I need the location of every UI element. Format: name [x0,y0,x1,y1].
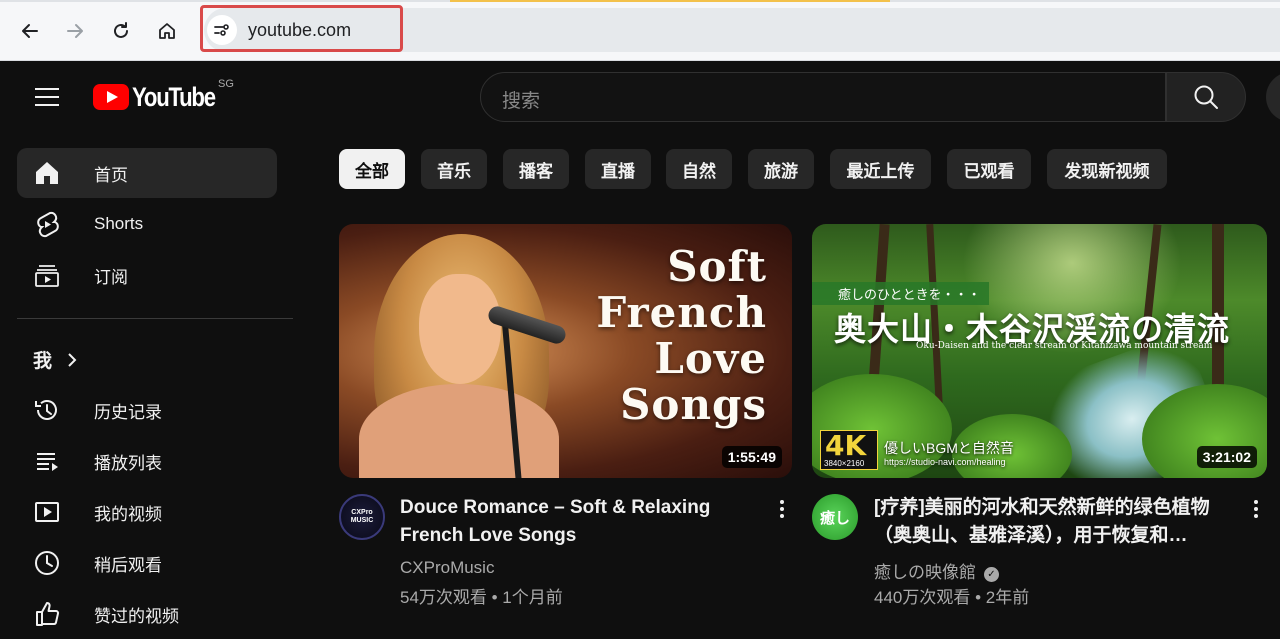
chip-live[interactable]: 直播 [585,149,651,189]
sidebar-item-watch-later[interactable]: 稍后观看 [17,538,277,588]
arrow-right-icon [67,24,83,38]
sidebar-item-shorts[interactable]: Shorts [17,199,277,249]
forward-button[interactable] [58,14,92,48]
thumbnail-caption: 優しいBGMと自然音 [884,440,1014,456]
channel-avatar[interactable]: CXPro MUSIC [339,494,385,540]
subscriptions-icon [32,260,62,290]
sidebar-item-subscriptions[interactable]: 订阅 [17,250,277,300]
thumbnail-tag: 癒しのひとときを・・・ [812,282,989,305]
browser-home-icon [159,23,175,39]
search-button[interactable] [1166,72,1246,122]
video-title[interactable]: Douce Romance – Soft & Relaxing French L… [400,494,710,550]
active-tab-indicator [450,0,890,2]
sidebar-item-liked[interactable]: 赞过的视频 [17,589,277,639]
chip-podcasts[interactable]: 播客 [503,149,569,189]
sidebar-section-you[interactable]: 我 [33,346,78,373]
more-actions-button[interactable] [1246,494,1266,524]
reload-icon [114,22,128,38]
watch-later-icon [32,548,62,578]
sidebar-item-home[interactable]: 首页 [17,148,277,198]
chip-watched[interactable]: 已观看 [947,149,1031,189]
thumbnail-subtitle: Oku-Daisen and the clear stream of Kitan… [916,341,1213,351]
chevron-right-icon [68,352,77,367]
thumbnail-cover-text: Soft French Love Songs [596,242,767,429]
chip-music[interactable]: 音乐 [421,149,487,189]
sidebar-item-label: 稍后观看 [94,555,162,575]
sidebar-item-label: 首页 [94,165,128,185]
sidebar-item-history[interactable]: 历史记录 [17,385,277,435]
search-input[interactable] [480,72,1166,122]
sidebar-item-label: 赞过的视频 [94,606,179,626]
sidebar-item-label: 播放列表 [94,453,162,473]
region-code: SG [218,78,234,90]
sidebar-item-my-videos[interactable]: 我的视频 [17,487,277,537]
sidebar-item-label: Shorts [94,214,144,233]
sidebar-item-playlists[interactable]: 播放列表 [17,436,277,486]
history-icon [32,395,62,425]
verified-icon: ✓ [984,567,999,582]
sidebar-item-label: 订阅 [94,267,128,287]
4k-badge: 4K 3840×2160 [820,429,878,470]
video-metadata: 54万次观看 • 1个月前 [400,588,563,607]
home-button[interactable] [150,14,184,48]
hamburger-icon [35,88,59,106]
reload-button[interactable] [104,14,138,48]
video-thumbnail[interactable]: 癒しのひとときを・・・ 奥大山・木谷沢渓流の清流 Oku-Daisen and … [812,224,1267,478]
arrow-left-icon [22,24,38,38]
youtube-logo[interactable]: YouTube [93,80,233,114]
like-icon [32,599,62,629]
search-icon [1194,85,1218,109]
browser-toolbar: youtube.com [0,0,1280,61]
thumbnail-art [419,274,501,384]
video-thumbnail[interactable]: Soft French Love Songs 1:55:49 [339,224,792,478]
duration-badge: 3:21:02 [1196,446,1257,468]
search-placeholder: 搜索 [502,91,541,112]
channel-name[interactable]: 癒しの映像館 ✓ [874,558,999,583]
sidebar-divider [17,318,293,319]
shorts-icon [32,209,62,239]
chip-travel[interactable]: 旅游 [748,149,814,189]
url-highlight-box [200,5,403,52]
video-metadata: 440万次观看 • 2年前 [874,588,1030,607]
more-actions-button[interactable] [772,494,792,524]
sidebar-item-label: 历史记录 [94,402,162,422]
thumbnail-url: https://studio-navi.com/healing [884,457,1006,467]
channel-avatar[interactable]: 癒し [812,494,858,540]
my-videos-icon [32,497,62,527]
back-button[interactable] [13,14,47,48]
playlist-icon [32,446,62,476]
section-title: 我 [33,351,53,372]
chip-all[interactable]: 全部 [339,149,405,189]
chip-nature[interactable]: 自然 [666,149,732,189]
chip-new-to-you[interactable]: 发现新视频 [1047,149,1167,189]
guide-menu-button[interactable] [27,80,67,114]
logo-text: YouTube [132,81,216,112]
channel-name[interactable]: CXProMusic [400,558,494,578]
voice-search-button[interactable] [1266,72,1280,122]
video-title[interactable]: [疗养]美丽的河水和天然新鲜的绿色植物 （奥奥山、基雅泽溪），用于恢复和… [874,494,1244,550]
home-icon [32,158,62,188]
youtube-play-icon [93,84,129,110]
duration-badge: 1:55:49 [721,446,782,468]
chip-recently-uploaded[interactable]: 最近上传 [830,149,931,189]
sidebar-item-label: 我的视频 [94,504,162,524]
